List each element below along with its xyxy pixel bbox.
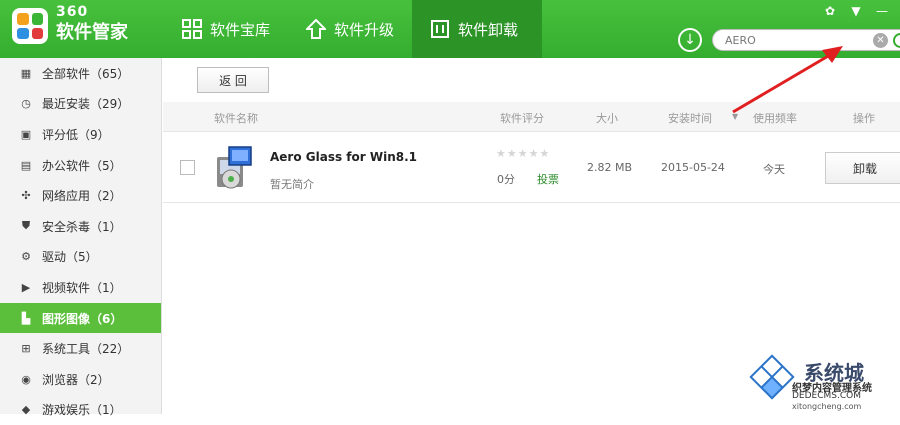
sidebar-item-label: 浏览器（2） (42, 372, 110, 387)
search-icon[interactable] (893, 33, 900, 48)
watermark-url: xitongcheng.com (792, 402, 862, 411)
uninstall-button[interactable]: 卸载 (825, 152, 900, 184)
image-icon: ▙ (21, 311, 31, 325)
gear-icon: ⚙ (21, 250, 31, 264)
shield-icon: ⛊ (21, 219, 31, 233)
sidebar-item-drivers[interactable]: ⚙ 驱动（5） (0, 242, 161, 273)
table-row: Aero Glass for Win8.1 暂无简介 ★★★★★ 0分 投票 2… (163, 133, 900, 203)
sidebar-item-label: 视频软件（1） (42, 280, 122, 295)
installer-package-icon (217, 146, 252, 189)
sidebar-item-graphics[interactable]: ▙ 图形图像（6） (0, 302, 161, 334)
site-watermark: 系统城 织梦内容管理系统 DEDECMS.COM xitongcheng.com (742, 354, 900, 414)
sidebar-item-office[interactable]: ▤ 办公软件（5） (0, 150, 161, 181)
sidebar-item-label: 全部软件（65） (42, 66, 130, 81)
sidebar-item-label: 系统工具（22） (42, 342, 130, 357)
column-header-size[interactable]: 大小 (596, 110, 618, 126)
sidebar-item-all[interactable]: ▦ 全部软件（65） (0, 58, 161, 89)
column-header-name[interactable]: 软件名称 (214, 110, 258, 126)
watermark-domain: DEDECMS.COM (792, 391, 861, 401)
clear-icon[interactable]: ✕ (873, 33, 888, 48)
column-header-rating[interactable]: 软件评分 (500, 110, 544, 126)
vote-link[interactable]: 投票 (537, 171, 559, 187)
game-icon: ◆ (21, 403, 31, 417)
sidebar-item-low-rating[interactable]: ▣ 评分低（9） (0, 119, 161, 150)
row-checkbox[interactable] (180, 160, 195, 175)
sidebar-item-network[interactable]: ✣ 网络应用（2） (0, 180, 161, 211)
column-header-action: 操作 (853, 112, 875, 125)
menu-icon[interactable]: ▼ (846, 2, 866, 20)
category-sidebar: ▦ 全部软件（65） ◷ 最近安装（29） ▣ 评分低（9） ▤ 办公软件（5）… (0, 58, 162, 417)
nav-label: 软件升级 (334, 20, 395, 39)
window-controls: ✿ ▼ — (812, 0, 900, 22)
sidebar-item-label: 图形图像（6） (42, 311, 123, 326)
software-size: 2.82 MB (587, 161, 633, 174)
sidebar-item-label: 游戏娱乐（1） (42, 403, 122, 418)
sort-down-icon[interactable]: ▼ (732, 112, 738, 121)
nav-label: 软件卸载 (458, 20, 519, 39)
globe-icon: ◉ (21, 372, 31, 386)
download-icon[interactable]: ↓ (678, 28, 702, 52)
rating-score: 0分 (497, 173, 515, 186)
printer-icon: ▤ (20, 158, 32, 172)
sidebar-item-label: 评分低（9） (42, 127, 110, 142)
nav-software-uninstall[interactable]: 软件卸载 (412, 0, 543, 58)
network-icon: ✣ (21, 189, 31, 203)
sidebar-item-label: 办公软件（5） (42, 158, 122, 173)
grid-icon (182, 19, 202, 39)
software-description: 暂无简介 (270, 178, 314, 191)
sidebar-item-label: 驱动（5） (42, 250, 98, 265)
sidebar-item-label: 最近安装（29） (42, 97, 130, 112)
minimize-icon[interactable]: — (872, 2, 892, 20)
upgrade-arrow-icon (306, 19, 327, 39)
search-box: ✕ (712, 29, 900, 51)
sidebar-item-label: 网络应用（2） (42, 189, 122, 204)
sidebar-item-security[interactable]: ⛊ 安全杀毒（1） (0, 211, 161, 242)
app-logo-icon (12, 8, 48, 44)
rating-stars: ★★★★★ (496, 147, 551, 160)
column-header-install-time[interactable]: 安装时间 (668, 110, 712, 126)
table-header: 软件名称 软件评分 大小 安装时间 ▼ 使用频率 操作 (163, 102, 900, 132)
clock-icon: ◷ (21, 97, 31, 111)
software-name: Aero Glass for Win8.1 (270, 150, 417, 164)
sidebar-item-system-tools[interactable]: ⊞ 系统工具（22） (0, 333, 161, 364)
sidebar-item-games[interactable]: ◆ 游戏娱乐（1） (0, 395, 161, 425)
app-header: 360 软件管家 软件宝库 软件升级 软件卸载 ✿ ▼ — ↓ AERO ✕ (0, 0, 900, 58)
sidebar-item-browser[interactable]: ◉ 浏览器（2） (0, 364, 161, 395)
nav-software-upgrade[interactable]: 软件升级 (288, 0, 412, 58)
top-nav: 软件宝库 软件升级 软件卸载 (164, 0, 543, 58)
brand-bottom: 软件管家 (56, 22, 128, 43)
sidebar-item-label: 安全杀毒（1） (42, 219, 122, 234)
brand: 360 软件管家 (56, 5, 128, 42)
trash-icon (431, 20, 450, 38)
rating-icon: ▣ (20, 127, 32, 141)
use-frequency: 今天 (763, 163, 785, 176)
windows-icon: ⊞ (21, 342, 31, 356)
sidebar-item-recent[interactable]: ◷ 最近安装（29） (0, 89, 161, 120)
back-button[interactable]: 返 回 (197, 67, 269, 93)
play-icon: ▶ (21, 280, 31, 294)
skin-icon[interactable]: ✿ (820, 2, 840, 20)
watermark-logo-icon (749, 354, 795, 400)
search-input[interactable] (723, 33, 873, 48)
nav-software-store[interactable]: 软件宝库 (164, 0, 288, 58)
install-date: 2015-05-24 (661, 161, 725, 174)
sidebar-item-video[interactable]: ▶ 视频软件（1） (0, 272, 161, 303)
nav-label: 软件宝库 (210, 20, 271, 39)
column-header-frequency[interactable]: 使用频率 (753, 110, 797, 126)
brand-top: 360 (56, 4, 89, 20)
grid-icon: ▦ (20, 66, 32, 80)
